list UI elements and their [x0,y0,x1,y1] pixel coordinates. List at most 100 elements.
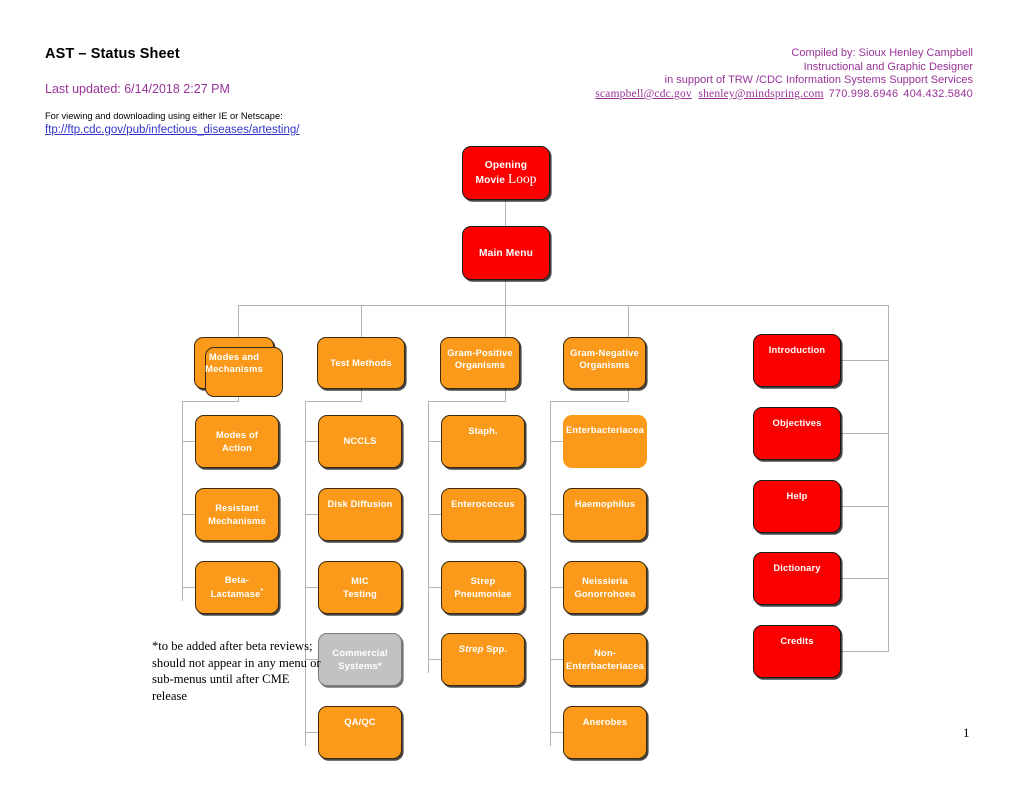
connector-stub-anerobes [550,732,563,733]
connector-stub-nccls [305,441,318,442]
connector-stub-modes-of-action [182,441,195,442]
connector-modes-elbow [182,401,239,402]
node-disk-diffusion[interactable]: Disk Diffusion [318,488,402,541]
connector-stub-staph [428,441,441,442]
connector-main-to-bus [505,280,506,305]
connector-stub-resistant-mechanisms [182,514,195,515]
node-label: Modes of Action [215,429,259,453]
connector-gramnegative-elbow [550,401,629,402]
node-objectives[interactable]: Objectives [753,407,841,460]
node-main-menu[interactable]: Main Menu [462,226,550,280]
compiled-by-line: Compiled by: Sioux Henley Campbell [791,47,973,59]
node-label: MIC Testing [343,575,377,599]
footnote-text: *to be added after beta reviews; should … [152,639,321,703]
node-anerobes[interactable]: Anerobes [563,706,647,759]
phone-2: 404.432.5840 [903,87,973,100]
email-link-cdc[interactable]: scampbell@cdc.gov [595,88,692,100]
connector-gramnegative-head-down [628,389,629,401]
node-strep-pneumoniae[interactable]: Strep Pneumoniae [441,561,525,614]
node-label: Haemophilus [574,498,636,509]
connector-stub-disk-diffusion [305,514,318,515]
node-gram-negative-organisms[interactable]: Gram-Negative Organisms [563,337,646,389]
node-mic-testing[interactable]: MIC Testing [318,561,402,614]
connector-stub-objectives [841,433,889,434]
connector-modes-spine [182,401,183,601]
connector-stub-introduction [841,360,889,361]
node-label: Dictionary [773,562,821,573]
node-label: Staph. [468,425,498,436]
connector-testmethods-elbow [305,401,362,402]
node-label: Strep Pneumoniae [454,575,512,599]
node-label: Enterbacteriacea [566,424,644,435]
node-haemophilus[interactable]: Haemophilus [563,488,647,541]
node-enterbacteriacea[interactable]: Enterbacteriacea [563,415,647,468]
connector-drop-grampositive [505,305,506,337]
node-qa-qc[interactable]: QA/QC [318,706,402,759]
connector-drop-gramnegative [628,305,629,337]
node-strep-spp[interactable]: Strep Spp. [441,633,525,686]
node-credits[interactable]: Credits [753,625,841,678]
page-title: AST – Status Sheet [45,46,180,62]
credits-block: Compiled by: Sioux Henley Campbell Instr… [595,47,973,101]
node-introduction[interactable]: Introduction [753,334,841,387]
node-staph[interactable]: Staph. [441,415,525,468]
connector-testmethods-head-down [361,389,362,401]
email-link-mindspring[interactable]: shenley@mindspring.com [698,88,823,100]
connector-stub-beta-lactamase [182,587,195,588]
node-label: Gram-Negative Organisms [570,347,639,371]
node-nccls[interactable]: NCCLS [318,415,402,468]
connector-stub-non-enterbacteriacea [550,659,563,660]
node-gram-positive-organisms[interactable]: Gram-Positive Organisms [440,337,520,389]
node-modes-of-action[interactable]: Modes of Action [195,415,279,468]
connector-stub-mic-testing [305,587,318,588]
ftp-download-link[interactable]: ftp://ftp.cdc.gov/pub/infectious_disease… [45,124,299,136]
last-updated-text: Last updated: 6/14/2018 2:27 PM [45,82,230,96]
role-line: Instructional and Graphic Designer [803,60,973,73]
node-label: Modes and Mechanisms [205,350,263,374]
support-line: in support of TRW /CDC Information Syste… [664,74,973,87]
connector-drop-modes [238,305,239,337]
viewing-note-text: For viewing and downloading using either… [45,111,283,121]
node-neissieria-gonorrohoea[interactable]: Neissieria Gonorrohoea [563,561,647,614]
node-label: Objectives [772,417,822,428]
contact-line: scampbell@cdc.gov shenley@mindspring.com… [595,88,973,102]
node-commercial-systems[interactable]: Commercial Systems* [318,633,402,686]
connector-side-menu-spine [888,305,889,651]
node-label: Introduction [768,344,826,355]
connector-stub-strep-pneumoniae [428,587,441,588]
node-resistant-mechanisms[interactable]: Resistant Mechanisms [195,488,279,541]
node-label: Opening Movie Loop [475,160,537,186]
node-label: Enterococcus [451,498,515,509]
connector-stub-haemophilus [550,514,563,515]
node-label: Strep Spp. [458,643,508,654]
node-label: Disk Diffusion [327,498,393,509]
node-test-methods[interactable]: Test Methods [317,337,405,389]
phone-1: 770.998.6946 [828,87,899,100]
node-opening-movie-loop[interactable]: Opening Movie Loop [462,146,550,200]
node-label: Main Menu [479,247,533,259]
connector-drop-testmethods [361,305,362,337]
node-modes-and-mechanisms[interactable]: Modes and Mechanisms [194,337,283,397]
connector-stub-qaqc [305,732,318,733]
node-label: Resistant Mechanisms [208,502,266,526]
connector-stub-enterococcus [428,514,441,515]
connector-gramnegative-spine [550,401,551,746]
connector-stub-enterbacteriacea [550,441,563,442]
node-help[interactable]: Help [753,480,841,533]
node-beta-lactamase[interactable]: Beta- Lactamase* [195,561,279,614]
page-number: 1 [963,725,970,740]
node-dictionary[interactable]: Dictionary [753,552,841,605]
connector-stub-credits [841,651,889,652]
node-label: Gram-Positive Organisms [447,347,513,371]
node-label: Credits [780,635,814,646]
node-enterococcus[interactable]: Enterococcus [441,488,525,541]
node-label: Commercial Systems* [332,647,388,671]
connector-stub-dictionary [841,578,889,579]
node-label: Neissieria Gonorrohoea [574,575,636,599]
connector-stub-help [841,506,889,507]
connector-opening-to-main [505,200,506,228]
connector-grampositive-head-down [505,389,506,401]
node-non-enterbacteriacea[interactable]: Non- Enterbacteriacea [563,633,647,686]
connector-grampositive-elbow [428,401,506,402]
connector-stub-neissieria [550,587,563,588]
